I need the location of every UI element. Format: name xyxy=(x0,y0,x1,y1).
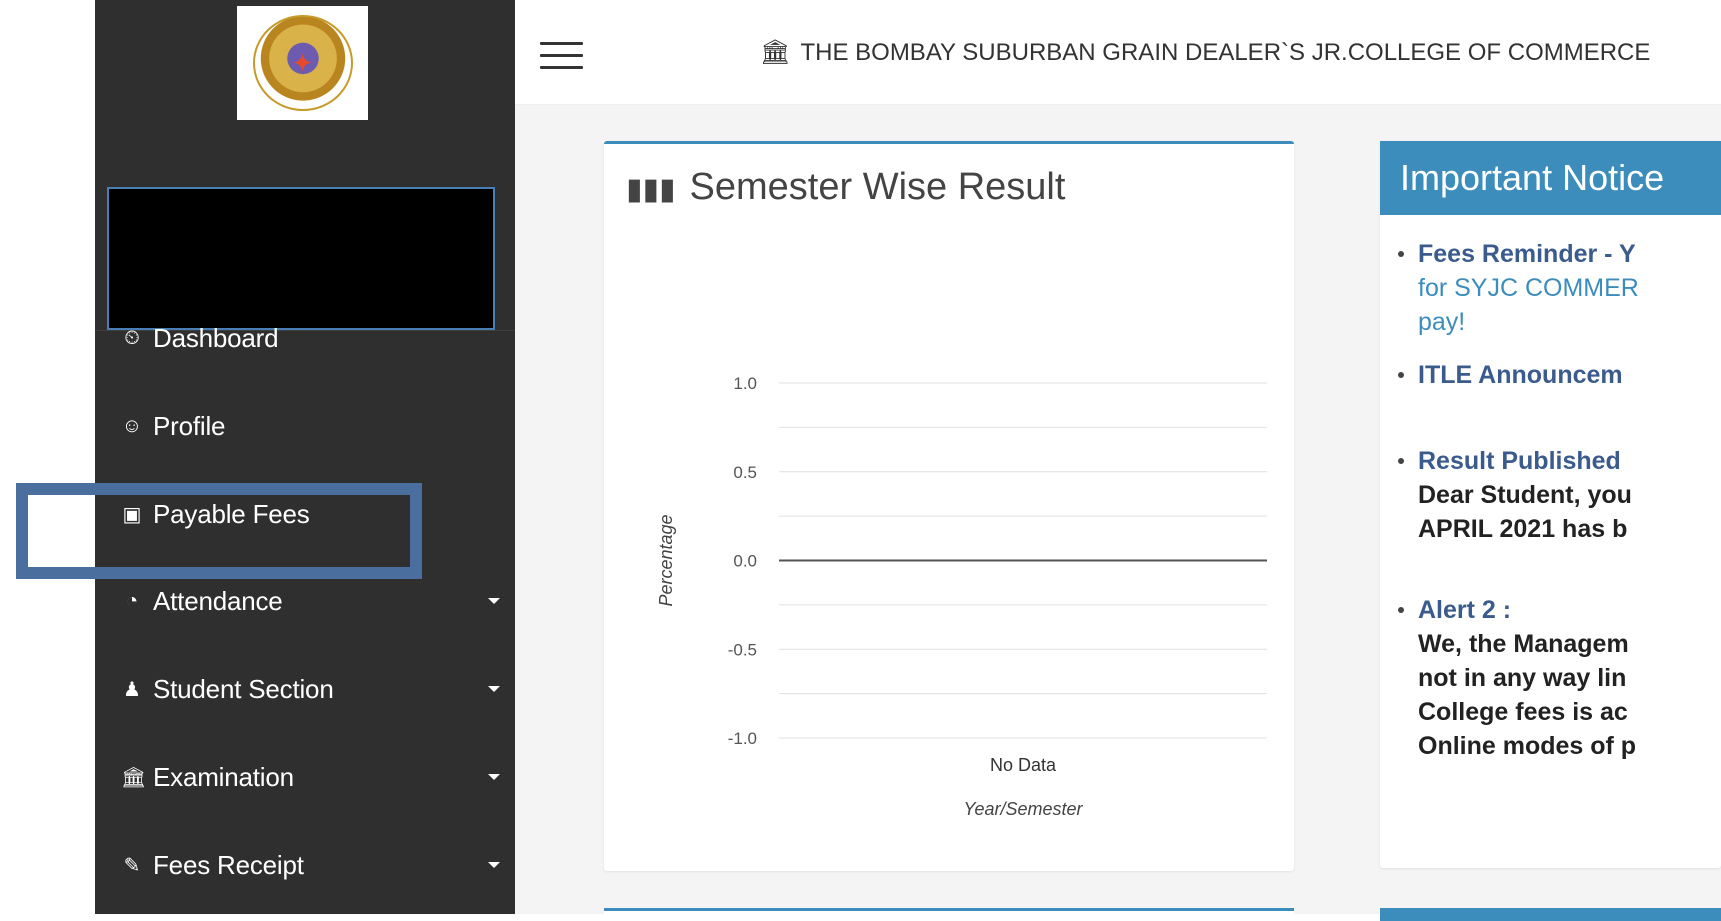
sidebar-item-dashboard[interactable]: ⏲ Dashboard xyxy=(95,308,515,368)
college-emblem-icon: ✦ xyxy=(252,15,353,111)
next-card-top xyxy=(604,908,1294,921)
caret-down-icon xyxy=(488,598,500,604)
notice-item[interactable]: Alert 2 : We, the Managem not in any way… xyxy=(1398,593,1721,763)
notice-item-title[interactable]: Fees Reminder - Y xyxy=(1418,240,1636,268)
bullet-icon xyxy=(1398,458,1404,464)
institution-icon: 🏛 xyxy=(760,39,791,66)
user-circle-icon: ☺ xyxy=(121,414,143,437)
sidebar-item-label: Profile xyxy=(153,410,226,441)
notice-item[interactable]: Fees Reminder - Y for SYJC COMMER pay! xyxy=(1398,237,1721,339)
top-header: 🏛 THE BOMBAY SUBURBAN GRAIN DEALER`S JR.C… xyxy=(515,0,1721,105)
bullet-icon xyxy=(1398,372,1404,378)
notice-item[interactable]: Result Published Dear Student, you APRIL… xyxy=(1398,444,1721,546)
sidebar-item-student-section[interactable]: ♟ Student Section xyxy=(95,659,515,719)
sidebar-item-fees-receipt[interactable]: ✎ Fees Receipt xyxy=(95,835,515,895)
caret-down-icon xyxy=(488,686,500,692)
x-category-label: No Data xyxy=(990,755,1057,775)
y-tick-label: 1.0 xyxy=(733,374,757,393)
user-icon: ♟ xyxy=(123,678,141,701)
college-title: 🏛 THE BOMBAY SUBURBAN GRAIN DEALER`S JR.C… xyxy=(760,38,1720,67)
notice-item-text: Dear Student, you xyxy=(1418,481,1632,509)
notice-item-text: Online modes of p xyxy=(1418,732,1637,760)
notice-item-title[interactable]: Alert 2 : xyxy=(1418,596,1511,624)
x-axis-label: Year/Semester xyxy=(963,799,1083,819)
notice-item-text[interactable]: for SYJC COMMER xyxy=(1418,274,1639,302)
notice-item[interactable]: ITLE Announcem xyxy=(1398,358,1721,392)
caret-down-icon xyxy=(488,862,500,868)
institution-icon: 🏛 xyxy=(121,766,147,789)
y-tick-label: -1.0 xyxy=(728,729,757,748)
notice-title: Important Notice xyxy=(1380,141,1721,215)
semester-result-card: ▮▮▮ Semester Wise Result 1.0 0.5 0.0 -0.5 -1.… xyxy=(604,141,1294,871)
notice-list: Fees Reminder - Y for SYJC COMMER pay! I… xyxy=(1380,215,1721,868)
notice-item-text: College fees is ac xyxy=(1418,698,1628,726)
sidebar-item-attendance[interactable]: ◔ Attendance xyxy=(95,571,515,631)
sidebar-item-profile[interactable]: ☺ Profile xyxy=(95,396,515,456)
tachometer-icon: ⏲ xyxy=(124,326,140,349)
y-axis-label: Percentage xyxy=(656,514,676,606)
college-logo[interactable]: ✦ xyxy=(237,6,368,120)
y-tick-label: 0.5 xyxy=(733,463,757,482)
sidebar-item-label: Dashboard xyxy=(153,322,279,353)
college-title-text: THE BOMBAY SUBURBAN GRAIN DEALER`S JR.CO… xyxy=(800,39,1651,66)
caret-down-icon xyxy=(488,774,500,780)
notice-item-text: not in any way lin xyxy=(1418,664,1627,692)
y-tick-label: 0.0 xyxy=(733,552,757,571)
ticket-icon: ✎ xyxy=(123,854,141,877)
notice-item-title[interactable]: Result Published xyxy=(1418,447,1621,475)
sidebar-item-label: Student Section xyxy=(153,673,334,704)
next-notice-card-top xyxy=(1380,908,1721,921)
notice-item-text: We, the Managem xyxy=(1418,630,1629,658)
result-chart: 1.0 0.5 0.0 -0.5 -1.0 No Data Year/Semester Per… xyxy=(656,374,1267,819)
sidebar-item-examination[interactable]: 🏛 Examination xyxy=(95,747,515,807)
sidebar-item-label: Examination xyxy=(153,761,294,792)
notice-card: Important Notice Fees Reminder - Y for S… xyxy=(1380,141,1721,868)
menu-toggle-icon[interactable] xyxy=(540,42,583,70)
bullet-icon xyxy=(1398,251,1404,257)
clock-icon: ◔ xyxy=(125,589,139,612)
notice-item-title[interactable]: ITLE Announcem xyxy=(1418,361,1623,389)
notice-item-text[interactable]: pay! xyxy=(1418,308,1465,336)
sidebar-item-label: Fees Receipt xyxy=(153,849,304,880)
notice-item-text: APRIL 2021 has b xyxy=(1418,515,1628,543)
y-tick-label: -0.5 xyxy=(728,640,757,659)
bullet-icon xyxy=(1398,607,1404,613)
sidebar: ✦ ⏲ Dashboard ☺ Profile ▣ Payable Fees ◔ Attend… xyxy=(95,0,515,914)
highlight-annotation xyxy=(16,483,422,579)
sidebar-item-label: Attendance xyxy=(153,585,283,616)
